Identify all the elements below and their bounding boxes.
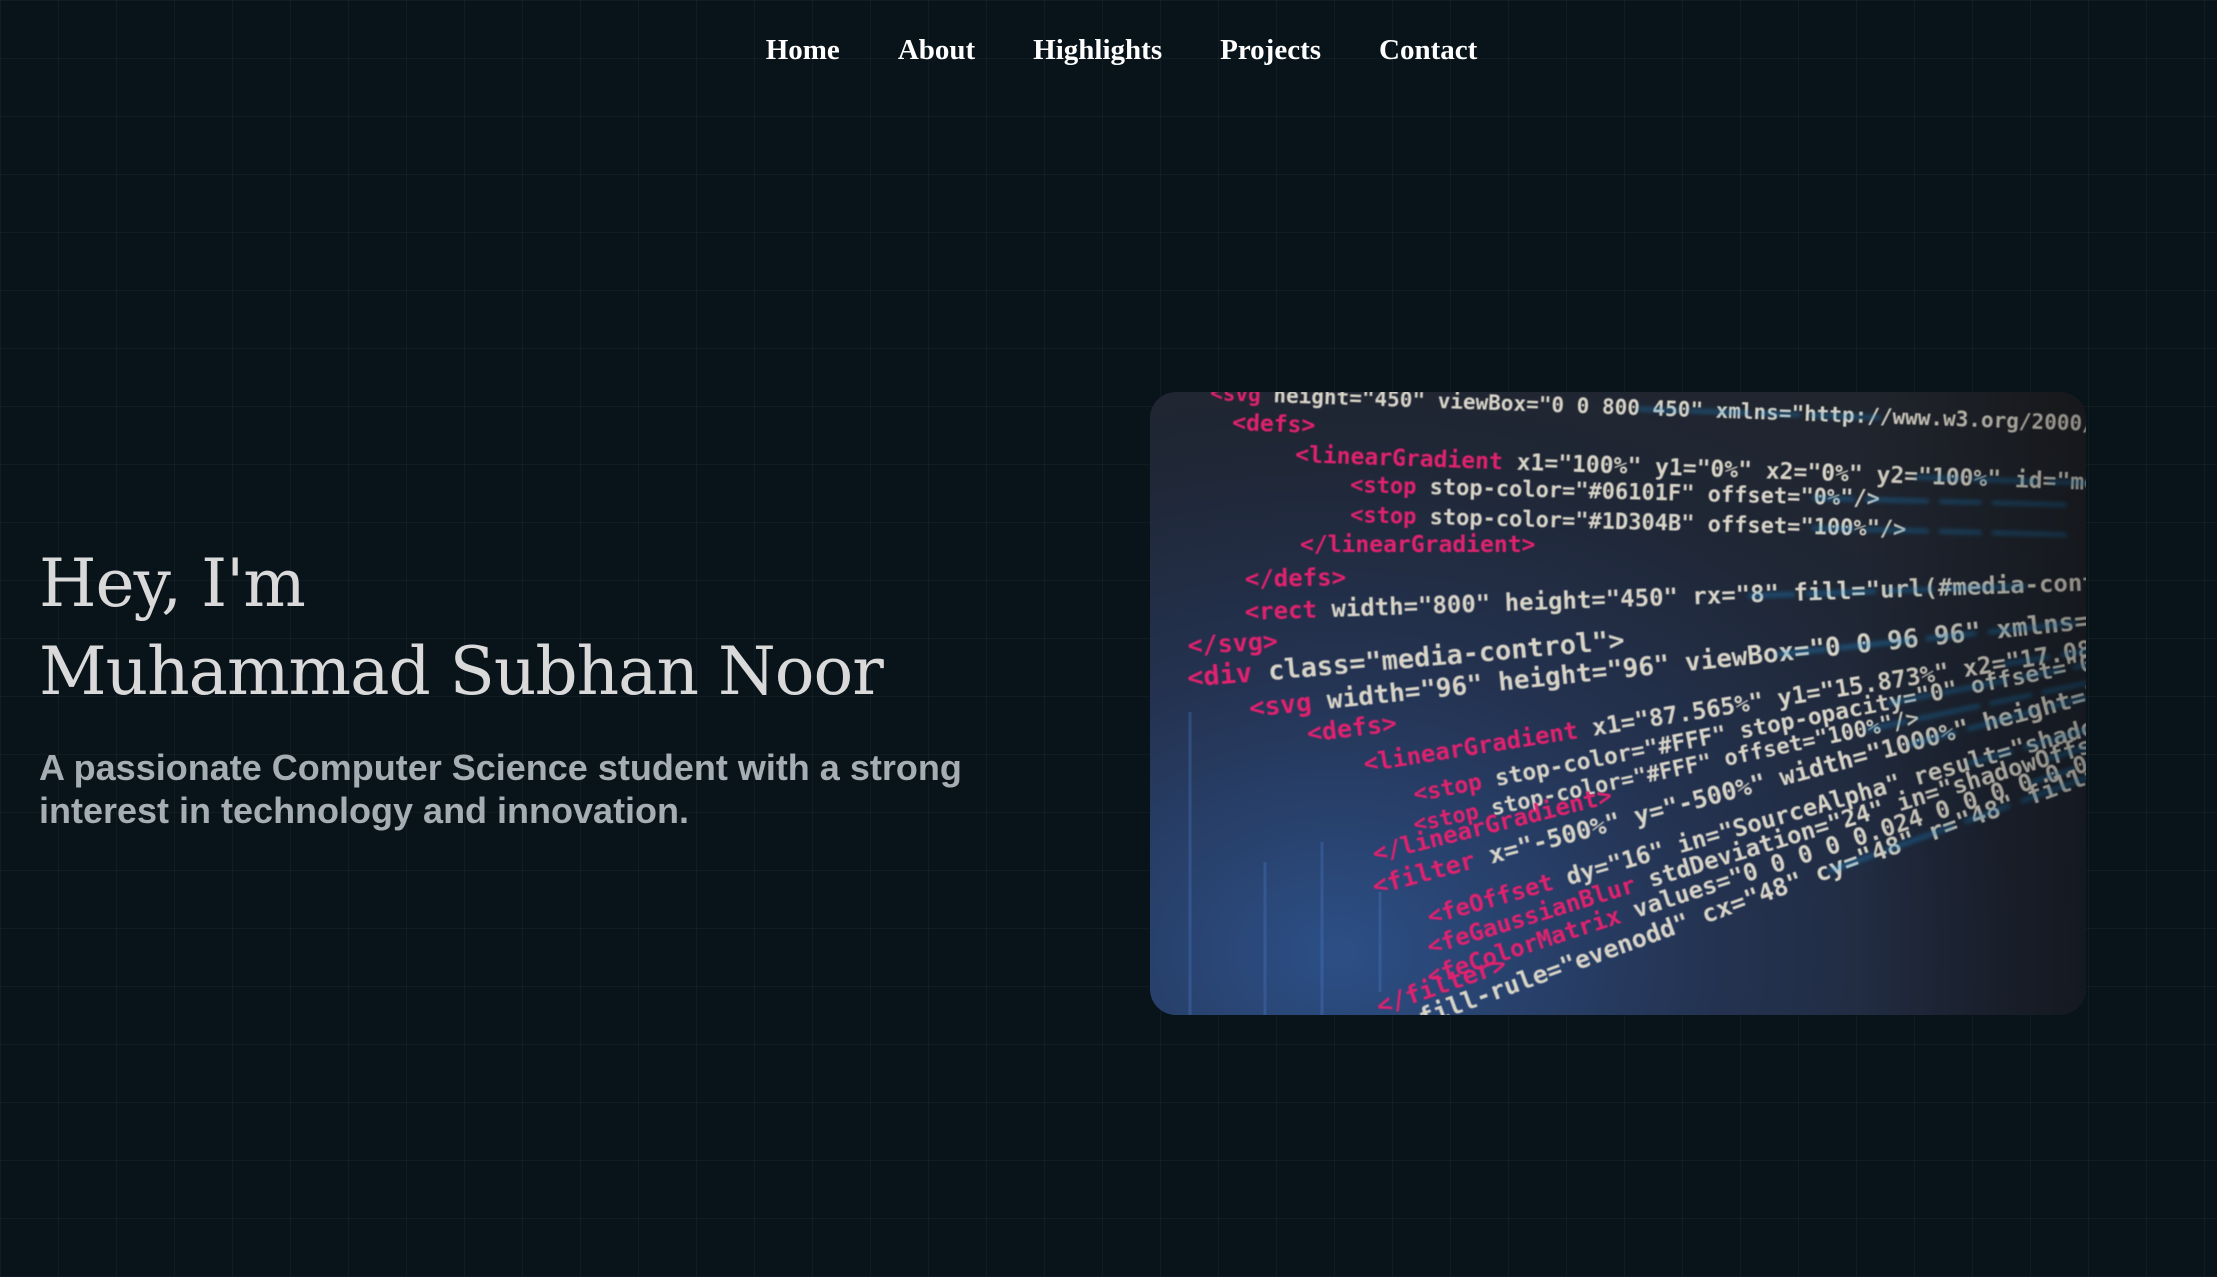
nav-link-about[interactable]: About <box>869 30 1004 71</box>
hero-greeting: Hey, I'm <box>39 545 306 622</box>
code-screenshot-image: <svg height="450" viewBox="0 0 800 450" … <box>1150 392 2086 1015</box>
nav-link-home[interactable]: Home <box>737 30 869 71</box>
nav-link-projects[interactable]: Projects <box>1191 30 1350 71</box>
nav-link-highlights[interactable]: Highlights <box>1004 30 1191 71</box>
main-nav: Home About Highlights Projects Contact <box>0 30 2217 71</box>
nav-link-contact[interactable]: Contact <box>1350 30 1506 71</box>
code-illustration: <svg height="450" viewBox="0 0 800 450" … <box>1150 392 2086 1015</box>
hero-section: Hey, I'm Muhammad Subhan Noor A passiona… <box>39 540 1089 868</box>
hero-name: Muhammad Subhan Noor <box>39 633 884 710</box>
hero-tagline: A passionate Computer Science student wi… <box>39 747 962 831</box>
